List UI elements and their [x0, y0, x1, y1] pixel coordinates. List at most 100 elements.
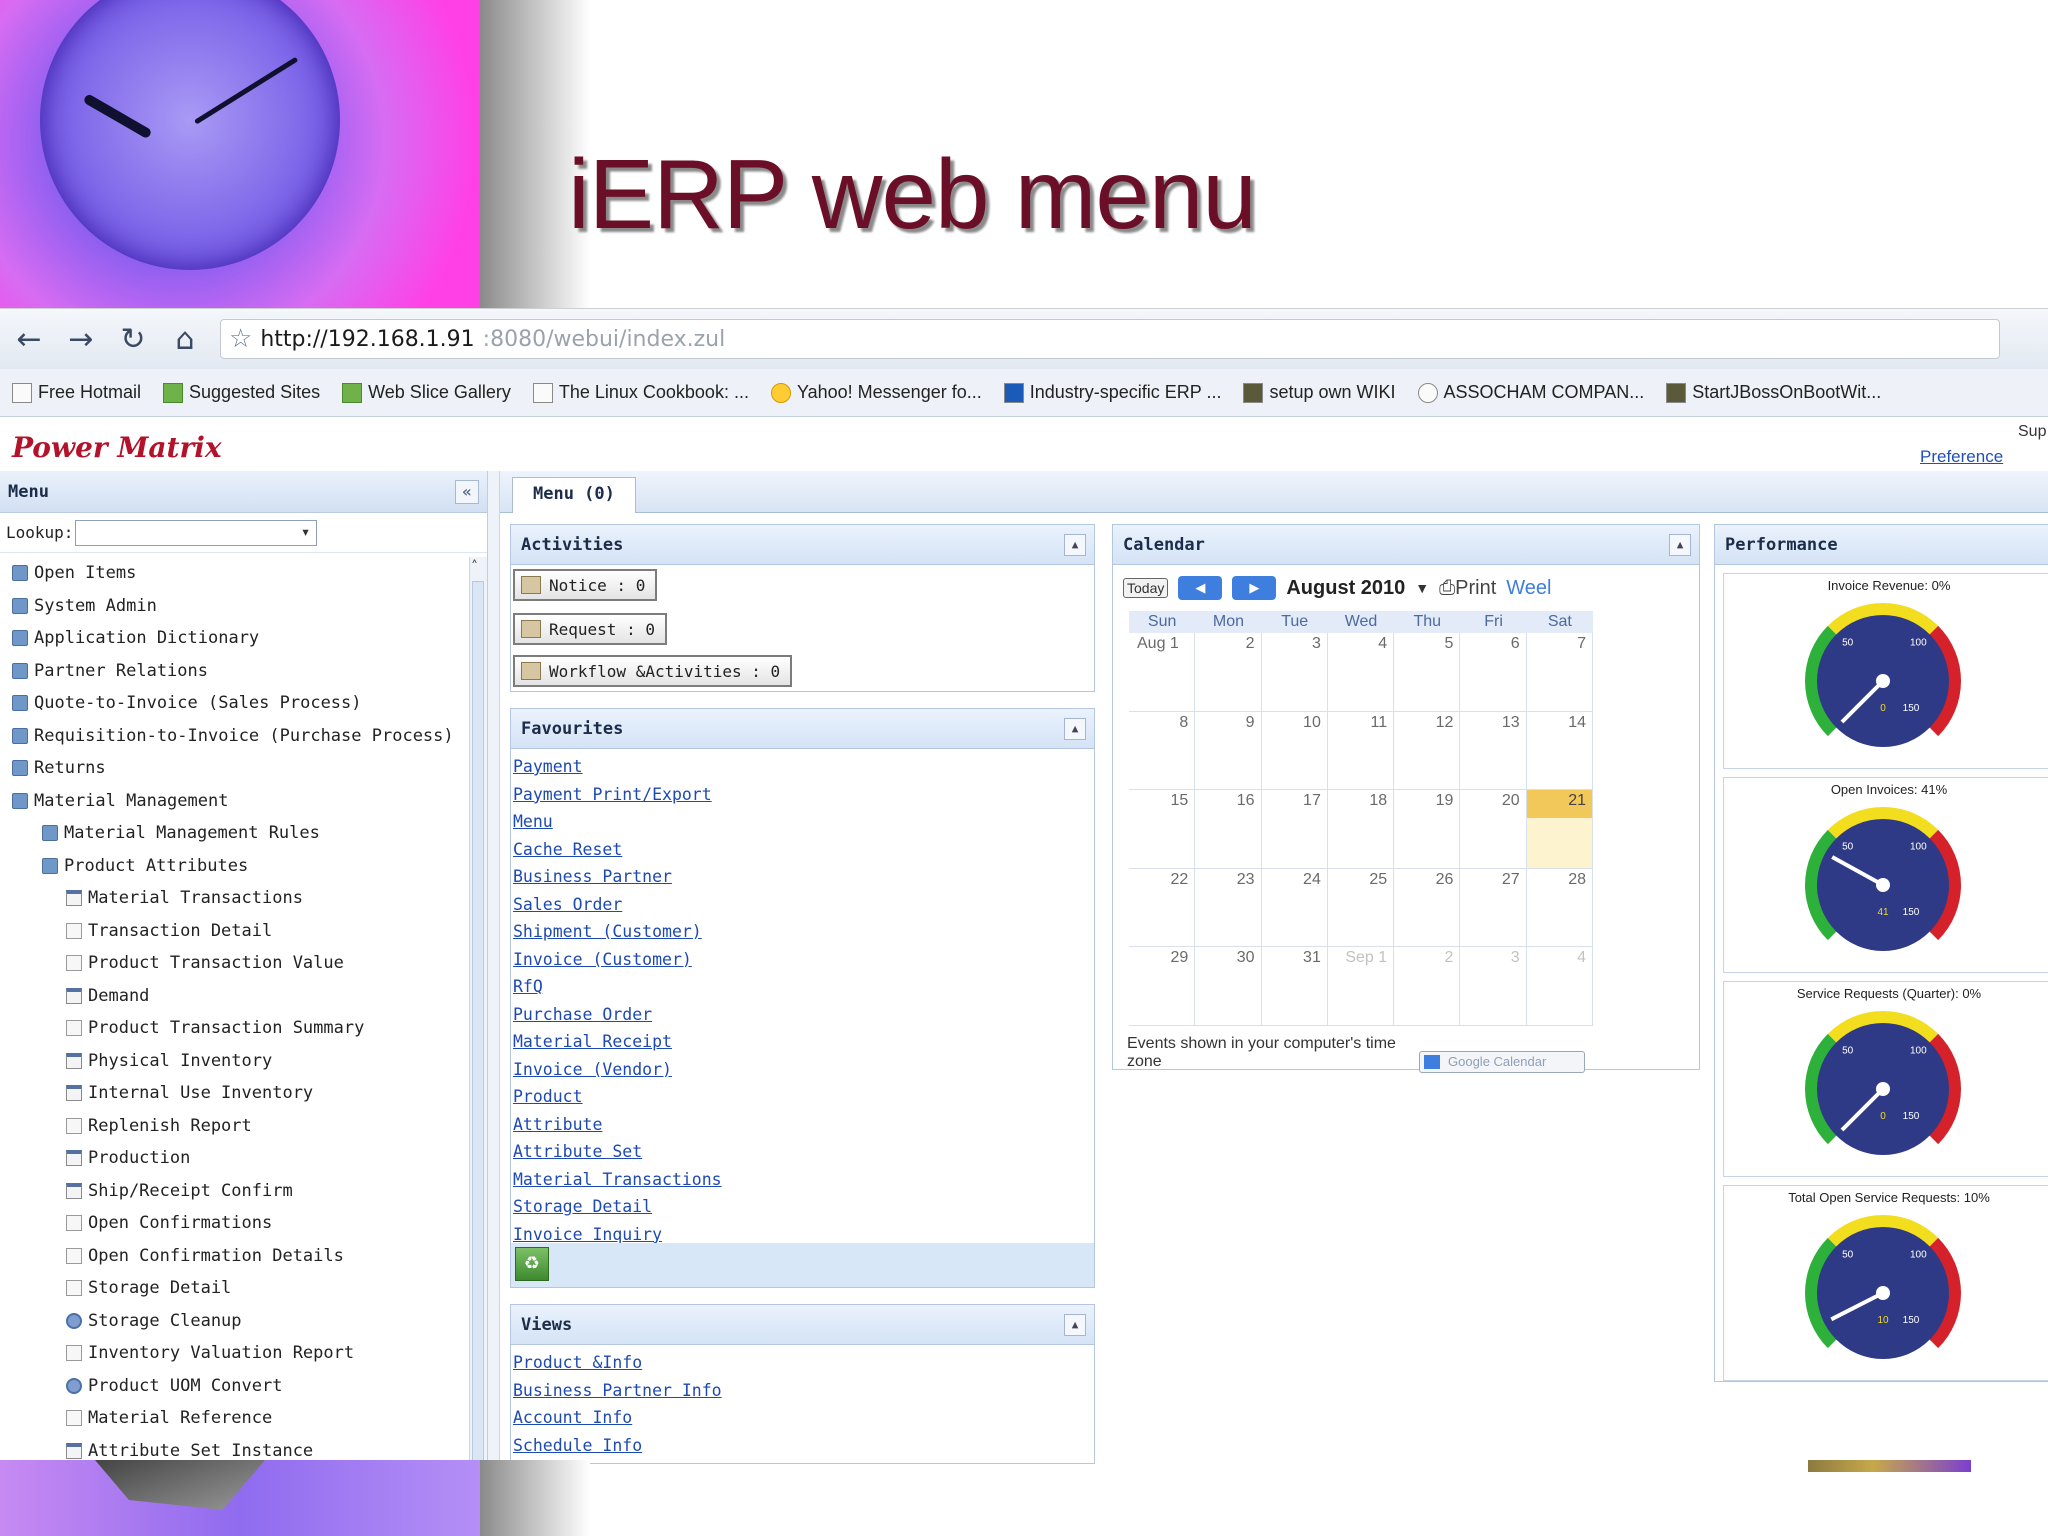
favourite-link[interactable]: Attribute — [511, 1111, 1094, 1139]
next-month-icon[interactable]: ▶ — [1232, 576, 1277, 600]
panel-splitter[interactable] — [488, 471, 500, 1460]
calendar-day[interactable]: 2 — [1394, 947, 1461, 1026]
calendar-day[interactable]: Sep 1 — [1327, 947, 1395, 1026]
star-icon[interactable]: ☆ — [229, 324, 252, 354]
menu-tree-item[interactable]: Open Confirmations — [0, 1207, 470, 1240]
calendar-day[interactable]: 23 — [1195, 868, 1262, 947]
calendar-day[interactable]: 17 — [1261, 790, 1328, 869]
calendar-day[interactable]: 22 — [1129, 868, 1196, 947]
favourite-link[interactable]: Material Receipt — [511, 1028, 1094, 1056]
calendar-day[interactable]: 24 — [1261, 868, 1328, 947]
bookmark-item[interactable]: Suggested Sites — [163, 382, 320, 403]
prev-month-icon[interactable]: ◀ — [1178, 576, 1223, 600]
scrollbar-thumb[interactable] — [472, 581, 484, 1460]
bookmark-item[interactable]: Free Hotmail — [12, 382, 141, 403]
menu-tree-item[interactable]: Material Transactions — [0, 882, 470, 915]
calendar-day[interactable]: 29 — [1129, 947, 1196, 1026]
menu-tree-item[interactable]: Product Transaction Summary — [0, 1012, 470, 1045]
calendar-day[interactable]: 14 — [1526, 711, 1593, 790]
calendar-day[interactable]: 18 — [1327, 790, 1395, 869]
favourite-link[interactable]: RfQ — [511, 973, 1094, 1001]
calendar-day[interactable]: 20 — [1460, 790, 1527, 869]
menu-tree-item[interactable]: System Admin — [0, 590, 470, 623]
lookup-combobox[interactable] — [75, 519, 318, 546]
bookmark-item[interactable]: Web Slice Gallery — [342, 382, 511, 403]
menu-tree-item[interactable]: Material Management Rules — [0, 817, 470, 850]
menu-tree-item[interactable]: Partner Relations — [0, 655, 470, 688]
menu-tree-item[interactable]: Ship/Receipt Confirm — [0, 1175, 470, 1208]
home-icon[interactable]: ⌂ — [168, 322, 202, 357]
notice-button[interactable]: Notice : 0 — [513, 569, 658, 601]
menu-tree-item[interactable]: Requisition-to-Invoice (Purchase Process… — [0, 720, 470, 753]
calendar-day[interactable]: 7 — [1526, 633, 1593, 712]
favourite-link[interactable]: Material Transactions — [511, 1166, 1094, 1194]
menu-tree-item[interactable]: Storage Detail — [0, 1272, 470, 1305]
favourite-link[interactable]: Sales Order — [511, 891, 1094, 919]
bookmark-item[interactable]: setup own WIKI — [1243, 382, 1396, 403]
recycle-bin-icon[interactable]: ♻ — [515, 1247, 549, 1281]
scroll-up-icon[interactable]: ˄ — [471, 559, 478, 575]
favourite-link[interactable]: Invoice (Customer) — [511, 946, 1094, 974]
favourite-link[interactable]: Invoice (Vendor) — [511, 1056, 1094, 1084]
collapse-icon[interactable]: « — [455, 479, 479, 504]
menu-tree-item[interactable]: Physical Inventory — [0, 1045, 470, 1078]
bookmark-item[interactable]: Industry-specific ERP ... — [1003, 382, 1221, 403]
menu-tree-item[interactable]: Production — [0, 1142, 470, 1175]
menu-tree-item[interactable]: Material Reference — [0, 1402, 470, 1435]
menu-tree-item[interactable]: Open Items — [0, 557, 470, 590]
calendar-day[interactable]: 30 — [1195, 947, 1262, 1026]
favourite-link[interactable]: Storage Detail — [511, 1193, 1094, 1221]
preference-link[interactable]: Preference — [1920, 447, 2003, 467]
calendar-day[interactable]: 26 — [1394, 868, 1461, 947]
back-arrow-icon[interactable]: ← — [12, 322, 46, 357]
workflow-button[interactable]: Workflow &Activities : 0 — [513, 655, 793, 687]
bookmark-item[interactable]: StartJBossOnBootWit... — [1666, 382, 1881, 403]
google-calendar-button[interactable]: Google Calendar — [1419, 1051, 1585, 1073]
collapse-up-icon[interactable]: ▲ — [1064, 1313, 1086, 1336]
bookmark-item[interactable]: The Linux Cookbook: ... — [532, 382, 749, 403]
calendar-day[interactable]: 10 — [1261, 711, 1328, 790]
menu-tree-item[interactable]: Product Attributes — [0, 850, 470, 883]
menu-tree-item[interactable]: Replenish Report — [0, 1110, 470, 1143]
menu-tree-item[interactable]: Inventory Valuation Report — [0, 1337, 470, 1370]
menu-tree-item[interactable]: Attribute Set Instance — [0, 1435, 470, 1460]
calendar-day[interactable]: 5 — [1394, 633, 1461, 712]
collapse-up-icon[interactable]: ▲ — [1064, 533, 1086, 556]
print-button[interactable]: ⎙Print — [1439, 577, 1496, 600]
bookmark-item[interactable]: Yahoo! Messenger fo... — [770, 382, 982, 403]
menu-tree-item[interactable]: Returns — [0, 752, 470, 785]
collapse-up-icon[interactable]: ▲ — [1669, 533, 1691, 556]
favourite-link[interactable]: Business Partner — [511, 863, 1094, 891]
today-button[interactable]: Today — [1123, 578, 1169, 598]
menu-tree-item[interactable]: Demand — [0, 980, 470, 1013]
menu-tree-item[interactable]: Material Management — [0, 785, 470, 818]
favourite-link[interactable]: Product — [511, 1083, 1094, 1111]
bookmark-item[interactable]: ASSOCHAM COMPAN... — [1417, 382, 1644, 403]
menu-tree-item[interactable]: Product Transaction Value — [0, 947, 470, 980]
calendar-day[interactable]: 12 — [1394, 711, 1461, 790]
calendar-day[interactable]: 27 — [1460, 868, 1527, 947]
calendar-day[interactable]: 19 — [1394, 790, 1461, 869]
favourite-link[interactable]: Cache Reset — [511, 836, 1094, 864]
calendar-day[interactable]: 2 — [1195, 633, 1262, 712]
menu-scrollbar[interactable]: ˄ — [469, 557, 487, 1460]
menu-tree-item[interactable]: Application Dictionary — [0, 622, 470, 655]
view-link[interactable]: Schedule Info — [511, 1432, 1094, 1460]
favourite-link[interactable]: Attribute Set — [511, 1138, 1094, 1166]
reload-icon[interactable]: ↻ — [116, 322, 150, 357]
favourite-link[interactable]: Menu — [511, 808, 1094, 836]
menu-tree-item[interactable]: Transaction Detail — [0, 915, 470, 948]
request-button[interactable]: Request : 0 — [513, 613, 667, 645]
forward-arrow-icon[interactable]: → — [64, 322, 98, 357]
calendar-day[interactable]: 8 — [1129, 711, 1196, 790]
calendar-day[interactable]: 4 — [1327, 633, 1395, 712]
calendar-day[interactable]: 11 — [1327, 711, 1395, 790]
view-link[interactable]: Account Info — [511, 1404, 1094, 1432]
calendar-day[interactable]: 28 — [1526, 868, 1593, 947]
menu-tree-item[interactable]: Internal Use Inventory — [0, 1077, 470, 1110]
calendar-day-today[interactable]: 21 — [1526, 790, 1593, 869]
week-view-tab[interactable]: Weel — [1506, 577, 1551, 600]
favourite-link[interactable]: Purchase Order — [511, 1001, 1094, 1029]
calendar-day[interactable]: 15 — [1129, 790, 1196, 869]
collapse-up-icon[interactable]: ▲ — [1064, 717, 1086, 740]
